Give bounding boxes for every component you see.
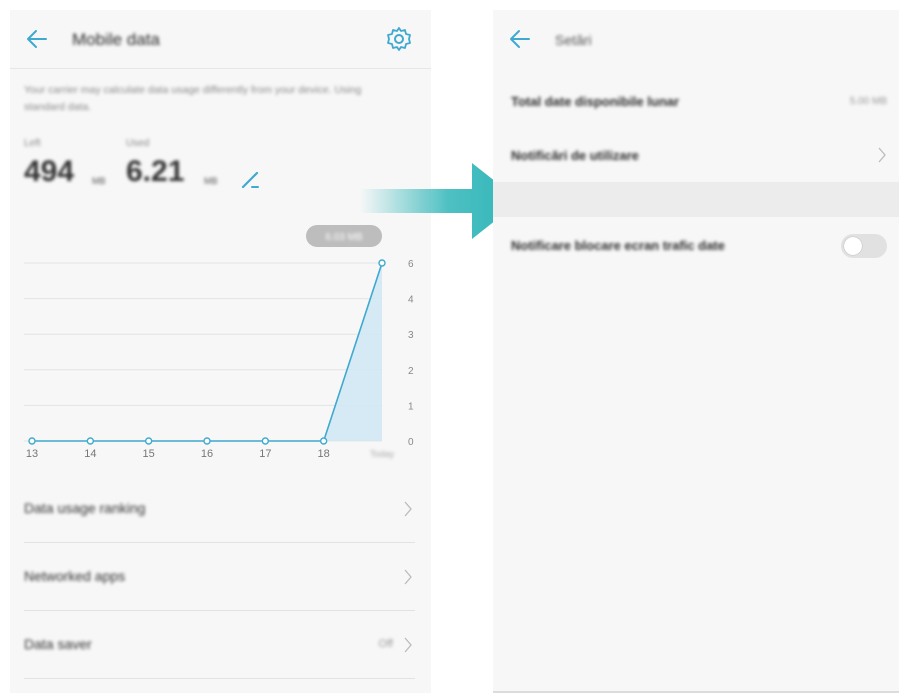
- used-unit: MB: [204, 176, 218, 186]
- mobile-data-screen: Mobile data Your carrier may calculate d…: [10, 10, 431, 693]
- data-point: [378, 259, 386, 267]
- top-bar: Mobile data: [10, 10, 431, 69]
- gear-icon[interactable]: [385, 25, 413, 53]
- monthly-data-label: Total date disponibile lunar: [511, 94, 680, 109]
- monthly-data-row[interactable]: Total date disponibile lunar 5.00 MB: [493, 84, 899, 124]
- x-tick-label: 16: [201, 448, 213, 460]
- row-divider: [24, 610, 415, 611]
- x-tick-label: Today: [370, 449, 395, 459]
- monthly-data-value: 5.00 MB: [849, 96, 887, 107]
- x-tick-label: 17: [259, 448, 271, 460]
- left-value: 494: [24, 155, 75, 188]
- data-usage-chart: 6 4 3 2 1 0 13 14 15 16 17 18 Today 6.03 MB: [24, 225, 414, 460]
- y-tick-label: 6: [408, 259, 414, 270]
- used-value: 6.21: [126, 155, 185, 188]
- edit-pencil-icon[interactable]: [238, 168, 262, 192]
- lock-screen-notification-label: Notificare blocare ecran trafic date: [511, 238, 725, 253]
- chevron-right-icon: [404, 637, 412, 653]
- section-gap: [493, 182, 899, 217]
- carrier-note: Your carrier may calculate data usage di…: [24, 84, 362, 113]
- data-saver-label: Data saver: [24, 636, 92, 652]
- y-tick-label: 0: [408, 437, 414, 448]
- settings-screen: Setări Total date disponibile lunar 5.00…: [493, 10, 899, 693]
- x-tick-label: 15: [143, 448, 155, 460]
- toggle-knob: [844, 237, 862, 255]
- y-tick-label: 2: [408, 366, 414, 377]
- x-tick-label: 18: [318, 448, 330, 460]
- data-saver-row[interactable]: Data saver Off: [10, 612, 431, 679]
- x-tick-label: 14: [84, 448, 96, 460]
- page-title: Mobile data: [72, 30, 160, 49]
- usage-notifications-label: Notificări de utilizare: [511, 148, 639, 163]
- data-point: [28, 437, 36, 445]
- data-point: [86, 437, 95, 445]
- page-title: Setări: [555, 32, 592, 48]
- left-unit: MB: [92, 176, 106, 186]
- left-label: Left: [24, 138, 41, 149]
- data-usage-ranking-row[interactable]: Data usage ranking: [10, 476, 431, 543]
- lock-screen-notification-row[interactable]: Notificare blocare ecran trafic date: [493, 228, 899, 268]
- data-point: [203, 437, 211, 445]
- lock-screen-notification-toggle[interactable]: [841, 234, 887, 258]
- y-tick-label: 4: [408, 295, 414, 306]
- networked-apps-label: Networked apps: [24, 568, 126, 584]
- usage-notifications-row[interactable]: Notificări de utilizare: [493, 138, 899, 178]
- data-point: [319, 437, 328, 445]
- x-tick-label: 13: [26, 448, 38, 460]
- chevron-right-icon: [404, 501, 412, 517]
- y-tick-label: 1: [408, 401, 414, 412]
- row-divider: [24, 542, 415, 543]
- chevron-right-icon: [404, 569, 412, 585]
- back-arrow-icon[interactable]: [24, 26, 50, 52]
- networked-apps-row[interactable]: Networked apps: [10, 544, 431, 611]
- tooltip-label: 6.03 MB: [325, 232, 363, 243]
- top-bar: Setări: [493, 10, 899, 70]
- used-label: Used: [126, 138, 150, 149]
- data-saver-value: Off: [378, 638, 393, 650]
- row-divider: [24, 678, 415, 679]
- data-point: [144, 437, 153, 445]
- data-point: [261, 437, 270, 445]
- chevron-right-icon: [878, 147, 886, 163]
- data-usage-ranking-label: Data usage ranking: [24, 500, 146, 516]
- back-arrow-icon[interactable]: [507, 26, 533, 52]
- y-tick-label: 3: [408, 330, 414, 341]
- usage-line: [32, 262, 383, 442]
